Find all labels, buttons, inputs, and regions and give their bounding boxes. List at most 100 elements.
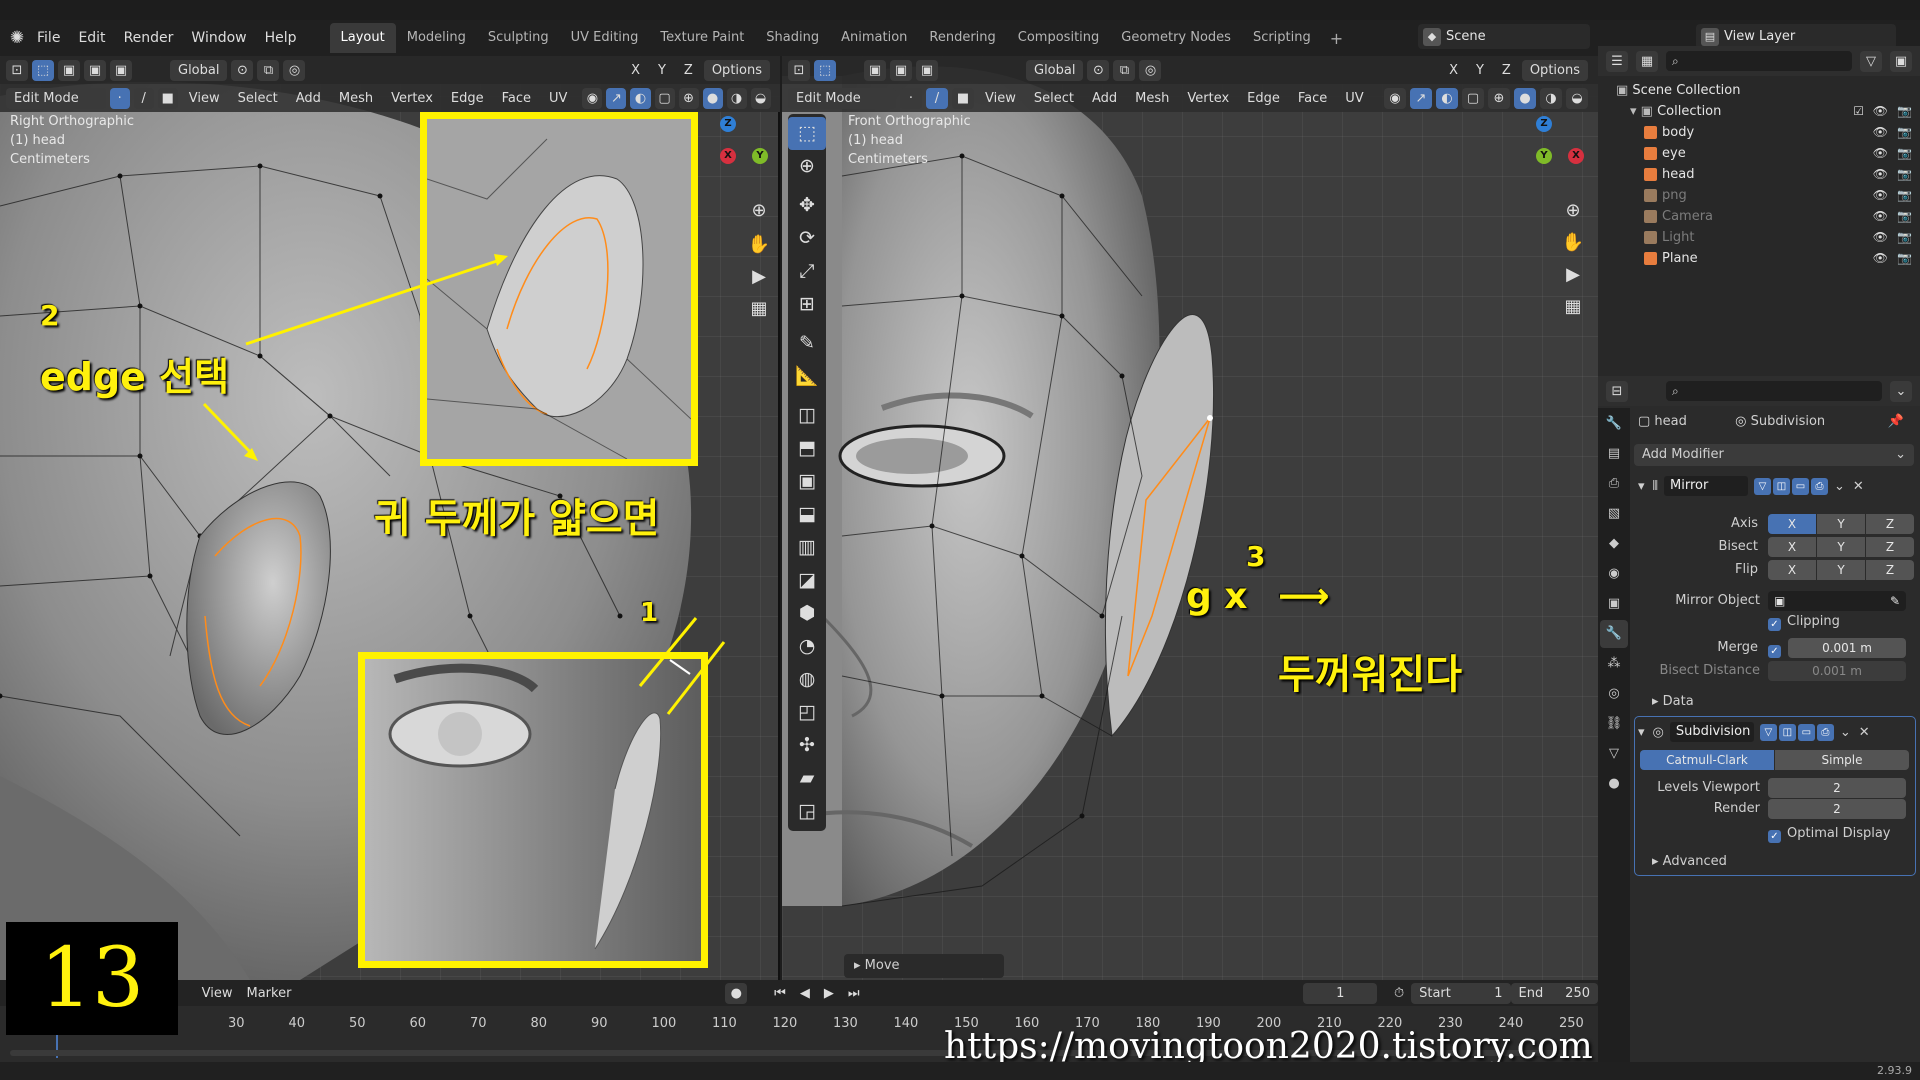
inset-tool-icon[interactable]: ▣ bbox=[788, 465, 826, 498]
editor-type-icon[interactable]: ⊡ bbox=[788, 59, 810, 81]
render-camera-icon[interactable]: 📷 bbox=[1897, 248, 1912, 269]
options-dropdown[interactable]: Options bbox=[1521, 59, 1588, 81]
scene-tab-icon[interactable]: ◆ bbox=[1600, 530, 1628, 558]
constraints-tab-icon[interactable]: ⛓ bbox=[1600, 710, 1628, 738]
menu-face[interactable]: Face bbox=[1291, 91, 1334, 106]
advanced-subpanel[interactable]: ▸ Advanced bbox=[1652, 854, 1727, 869]
tab-texture-paint[interactable]: Texture Paint bbox=[649, 23, 755, 53]
modifier-menu-chevron-icon[interactable]: ⌄ bbox=[1840, 725, 1851, 740]
visibility-eye-icon[interactable]: 👁 bbox=[1873, 248, 1888, 269]
outliner-item[interactable]: Camera 👁 📷 bbox=[1598, 206, 1920, 227]
render-camera-icon[interactable]: 📷 bbox=[1897, 122, 1912, 143]
render-camera-icon[interactable]: 📷 bbox=[1897, 164, 1912, 185]
outliner-item[interactable]: Plane 👁 📷 bbox=[1598, 248, 1920, 269]
eyedropper-icon[interactable]: ✎ bbox=[1890, 591, 1900, 611]
object-tab-icon[interactable]: ▣ bbox=[1600, 590, 1628, 618]
record-icon[interactable]: ● bbox=[725, 982, 748, 1004]
mirror-name-field[interactable]: Mirror bbox=[1664, 476, 1748, 496]
render-tab-icon[interactable]: ▤ bbox=[1600, 440, 1628, 468]
modifier-tab-icon[interactable]: 🔧 bbox=[1600, 620, 1628, 648]
bisect-y-toggle[interactable]: Y bbox=[1817, 537, 1865, 557]
visibility-eye-icon[interactable]: 👁 bbox=[1873, 227, 1888, 248]
world-tab-icon[interactable]: ◉ bbox=[1600, 560, 1628, 588]
simple-toggle[interactable]: Simple bbox=[1775, 750, 1909, 770]
visibility-eye-icon[interactable]: 👁 bbox=[1873, 143, 1888, 164]
poly-build-tool-icon[interactable]: ⬢ bbox=[788, 597, 826, 630]
tool-tab-icon[interactable]: 🔧 bbox=[1600, 410, 1628, 438]
menu-file[interactable]: File bbox=[28, 20, 69, 56]
menu-help[interactable]: Help bbox=[256, 20, 306, 56]
shading-wire-icon[interactable]: ⊕ bbox=[1488, 87, 1510, 109]
snap-icon[interactable]: ⧉ bbox=[1113, 59, 1136, 81]
menu-vertex[interactable]: Vertex bbox=[1180, 91, 1236, 106]
levels-viewport-field[interactable]: 2 bbox=[1768, 778, 1906, 798]
tab-shading[interactable]: Shading bbox=[755, 23, 830, 53]
bisect-distance-field[interactable]: 0.001 m bbox=[1768, 661, 1906, 681]
edit-mode-toggle-icon[interactable]: ▽ bbox=[1754, 477, 1771, 495]
gizmo-axis-x[interactable]: X bbox=[1568, 148, 1584, 164]
view-layer-tab-icon[interactable]: ▧ bbox=[1600, 500, 1628, 528]
filter-icon[interactable]: ▽ bbox=[1860, 50, 1882, 72]
axis-lock-x[interactable]: X bbox=[1442, 63, 1465, 78]
bisect-x-toggle[interactable]: X bbox=[1768, 537, 1816, 557]
mirror-modifier-header[interactable]: ▾ ⫴ Mirror ▽ ◫ ▭ ⎙ ⌄ ✕ bbox=[1638, 474, 1914, 498]
overlay-toggle-icon[interactable]: ◐ bbox=[1436, 87, 1458, 109]
visibility-eye-icon[interactable]: 👁 bbox=[1873, 122, 1888, 143]
outliner-item[interactable]: eye 👁 📷 bbox=[1598, 143, 1920, 164]
knife-tool-icon[interactable]: ◪ bbox=[788, 564, 826, 597]
merge-checkbox[interactable]: ✓ bbox=[1768, 641, 1787, 658]
axis-z-toggle[interactable]: Z bbox=[1866, 514, 1914, 534]
spin-tool-icon[interactable]: ◔ bbox=[788, 630, 826, 663]
outliner-item[interactable]: png 👁 📷 bbox=[1598, 185, 1920, 206]
add-modifier-button[interactable]: Add Modifier ⌄ bbox=[1634, 444, 1914, 466]
render-camera-icon[interactable]: 📷 bbox=[1897, 143, 1912, 164]
vertex-select-icon[interactable]: · bbox=[900, 87, 922, 109]
tab-uv-editing[interactable]: UV Editing bbox=[560, 23, 650, 53]
visibility-eye-icon[interactable]: 👁 bbox=[1873, 164, 1888, 185]
viewport-right[interactable]: ⊡ ⬚ ▣ ▣ ▣ Global ⊙ ⧉ ◎ X Y Z Options Edi… bbox=[782, 56, 1598, 980]
physics-tab-icon[interactable]: ◎ bbox=[1600, 680, 1628, 708]
outliner-item[interactable]: head 👁 📷 bbox=[1598, 164, 1920, 185]
menu-window[interactable]: Window bbox=[182, 20, 255, 56]
clipping-checkbox[interactable]: ✓ Clipping bbox=[1768, 614, 1840, 631]
shrink-fatten-tool-icon[interactable]: ✣ bbox=[788, 729, 826, 762]
scene-selector[interactable]: ◆ Scene bbox=[1418, 24, 1590, 49]
gizmo-axis-y[interactable]: Y bbox=[1536, 148, 1552, 164]
axis-lock-z[interactable]: Z bbox=[1495, 63, 1518, 78]
data-subpanel[interactable]: ▸ Data bbox=[1652, 694, 1694, 709]
timeline-menu-marker[interactable]: Marker bbox=[239, 986, 298, 1001]
proportional-edit-icon[interactable]: ◎ bbox=[1139, 59, 1162, 81]
face-select-icon[interactable]: ■ bbox=[952, 87, 974, 109]
gizmo-axis-z[interactable]: Z bbox=[1536, 116, 1552, 132]
flip-z-toggle[interactable]: Z bbox=[1866, 560, 1914, 580]
select-mode-subtract-icon[interactable]: ▣ bbox=[916, 59, 938, 81]
edit-mode-toggle-icon[interactable]: ▽ bbox=[1759, 723, 1777, 741]
modifier-menu-chevron-icon[interactable]: ⌄ bbox=[1834, 479, 1845, 494]
jump-end-icon[interactable]: ⏭ bbox=[841, 986, 867, 1001]
merge-distance-field[interactable]: 0.001 m bbox=[1788, 638, 1906, 658]
cage-toggle-icon[interactable]: ◫ bbox=[1773, 477, 1790, 495]
jump-start-icon[interactable]: ⏮ bbox=[767, 986, 793, 1001]
blender-logo-icon[interactable]: ✺ bbox=[6, 27, 28, 49]
close-icon[interactable]: ✕ bbox=[1859, 725, 1870, 740]
tab-geometry-nodes[interactable]: Geometry Nodes bbox=[1110, 23, 1242, 53]
catmull-clark-toggle[interactable]: Catmull-Clark bbox=[1640, 750, 1774, 770]
render-camera-icon[interactable]: 📷 bbox=[1897, 206, 1912, 227]
menu-render[interactable]: Render bbox=[115, 20, 183, 56]
subdivision-modifier-header[interactable]: ▾ ◎ Subdivision ▽ ◫ ▭ ⎙ ⌄ ✕ bbox=[1638, 720, 1914, 744]
viewport-toggle-icon[interactable]: ▭ bbox=[1792, 477, 1809, 495]
tab-rendering[interactable]: Rendering bbox=[918, 23, 1006, 53]
outliner-item[interactable]: body 👁 📷 bbox=[1598, 122, 1920, 143]
measure-tool-icon[interactable]: 📐 bbox=[788, 360, 826, 393]
transform-orientation-dropdown[interactable]: Global bbox=[1026, 59, 1084, 81]
select-mode-new-icon[interactable]: ▣ bbox=[864, 59, 886, 81]
render-toggle-icon[interactable]: ⎙ bbox=[1811, 477, 1828, 495]
xray-icon[interactable]: ▢ bbox=[1462, 87, 1484, 109]
smooth-tool-icon[interactable]: ◍ bbox=[788, 663, 826, 696]
properties-editor[interactable]: ⊟ ⌕ ⌄ 🔧 ▤ ⎙ ▧ ◆ ◉ ▣ 🔧 ⁂ ◎ ⛓ ▽ ● ▢ head ◎… bbox=[1598, 376, 1920, 1062]
timeline-menu-view[interactable]: View bbox=[195, 986, 240, 1001]
zoom-icon[interactable]: ⊕ bbox=[1560, 198, 1586, 224]
properties-editor-icon[interactable]: ⊟ bbox=[1606, 380, 1628, 402]
gizmo-toggle-icon[interactable]: ↗ bbox=[1410, 87, 1432, 109]
output-tab-icon[interactable]: ⎙ bbox=[1600, 470, 1628, 498]
